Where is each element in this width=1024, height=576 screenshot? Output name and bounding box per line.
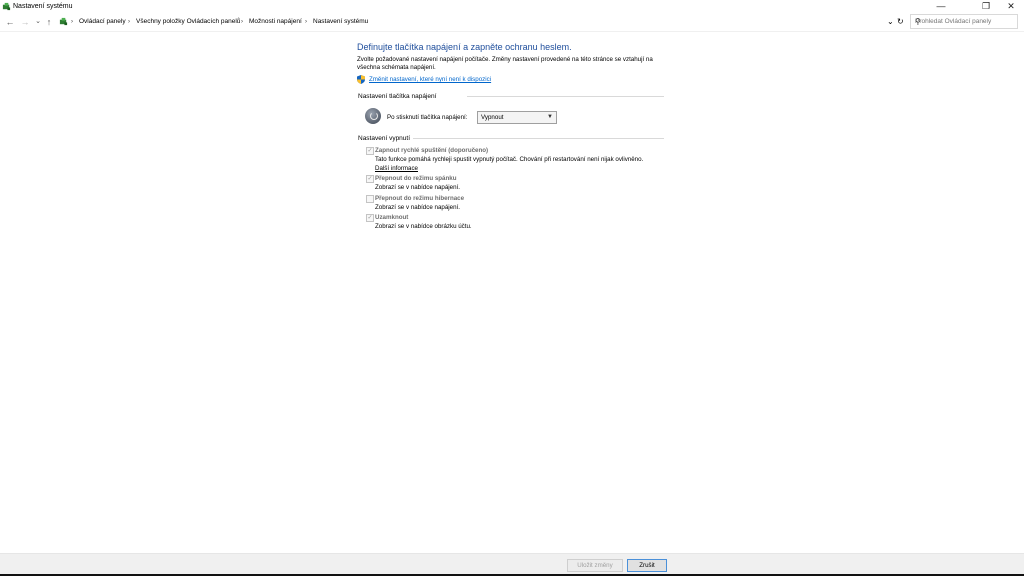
breadcrumb-all-items[interactable]: Všechny položky Ovládacích panelů — [136, 16, 240, 28]
shutdown-section-title: Nastavení vypnutí — [358, 135, 411, 142]
section-divider — [467, 96, 664, 97]
breadcrumb-separator-icon: › — [305, 19, 307, 25]
search-input[interactable]: Prohledat Ovládací panely ⚲ — [910, 14, 1018, 29]
breadcrumb-separator-icon: › — [241, 19, 243, 25]
hibernate-description: Zobrazí se v nabídce napájení. — [375, 204, 460, 211]
change-unavailable-settings-link[interactable]: Změnit nastavení, které nyní není k disp… — [369, 76, 491, 83]
save-changes-button[interactable]: Uložit změny — [567, 559, 623, 572]
page-description: Zvolte požadované nastavení napájení poč… — [357, 56, 653, 71]
chevron-down-icon: ▼ — [547, 114, 553, 120]
title-bar: Nastavení systému — [0, 0, 1024, 13]
power-options-app-icon — [2, 2, 11, 11]
hibernate-label: Přepnout do režimu hibernace — [375, 195, 465, 202]
recent-locations-chevron-icon[interactable]: ⌄ — [33, 17, 43, 27]
back-arrow-icon[interactable]: ← — [5, 17, 15, 27]
sleep-checkbox[interactable]: ✓ — [366, 175, 374, 183]
breadcrumb-separator-icon: › — [128, 19, 130, 25]
up-arrow-icon[interactable]: ↑ — [44, 17, 54, 27]
refresh-icon[interactable]: ↻ — [897, 16, 904, 28]
fast-startup-description: Tato funkce pomáhá rychleji spustit vypn… — [375, 156, 644, 163]
cancel-button[interactable]: Zrušit — [627, 559, 667, 572]
lock-label: Uzamknout — [375, 214, 409, 221]
fast-startup-label: Zapnout rychlé spuštění (doporučeno) — [375, 147, 489, 154]
uac-shield-icon — [357, 75, 365, 84]
more-info-link[interactable]: Další informace — [375, 165, 418, 172]
sleep-label: Přepnout do režimu spánku — [375, 175, 457, 182]
lock-description: Zobrazí se v nabídce obrázku účtu. — [375, 223, 472, 230]
close-button[interactable]: ✕ — [1000, 0, 1022, 12]
window-title: Nastavení systému — [13, 3, 73, 10]
forward-arrow-icon[interactable]: → — [20, 17, 30, 27]
power-button-action-value: Vypnout — [481, 114, 504, 121]
sleep-description: Zobrazí se v nabídce napájení. — [375, 184, 460, 191]
page-title: Definujte tlačítka napájení a zapněte oc… — [357, 42, 572, 52]
search-icon[interactable]: ⚲ — [915, 15, 1013, 28]
lock-checkbox[interactable]: ✓ — [366, 214, 374, 222]
breadcrumb-power-options[interactable]: Možnosti napájení — [249, 16, 302, 28]
toolbar-divider — [0, 31, 1024, 32]
control-panel-icon — [59, 17, 68, 26]
breadcrumb-control-panel[interactable]: Ovládací panely — [79, 16, 126, 28]
footer-bar — [0, 554, 1024, 576]
address-history-chevron-icon[interactable]: ⌄ — [887, 16, 894, 28]
power-button-action-select[interactable]: Vypnout ▼ — [477, 111, 557, 124]
fast-startup-checkbox[interactable]: ✓ — [366, 147, 374, 155]
breadcrumb-system-settings[interactable]: Nastavení systému — [313, 16, 368, 28]
hibernate-checkbox[interactable] — [366, 195, 374, 203]
minimize-button[interactable]: — — [930, 0, 952, 12]
power-button-label: Po stisknutí tlačítka napájení: — [387, 114, 468, 121]
section-divider — [413, 138, 664, 139]
restore-button[interactable]: ❐ — [975, 0, 997, 12]
address-bar[interactable]: › Ovládací panely › Všechny položky Ovlá… — [55, 15, 909, 29]
power-button-section-title: Nastavení tlačítka napájení — [358, 93, 437, 100]
power-button-icon — [365, 108, 381, 124]
breadcrumb-separator-icon: › — [71, 19, 73, 25]
